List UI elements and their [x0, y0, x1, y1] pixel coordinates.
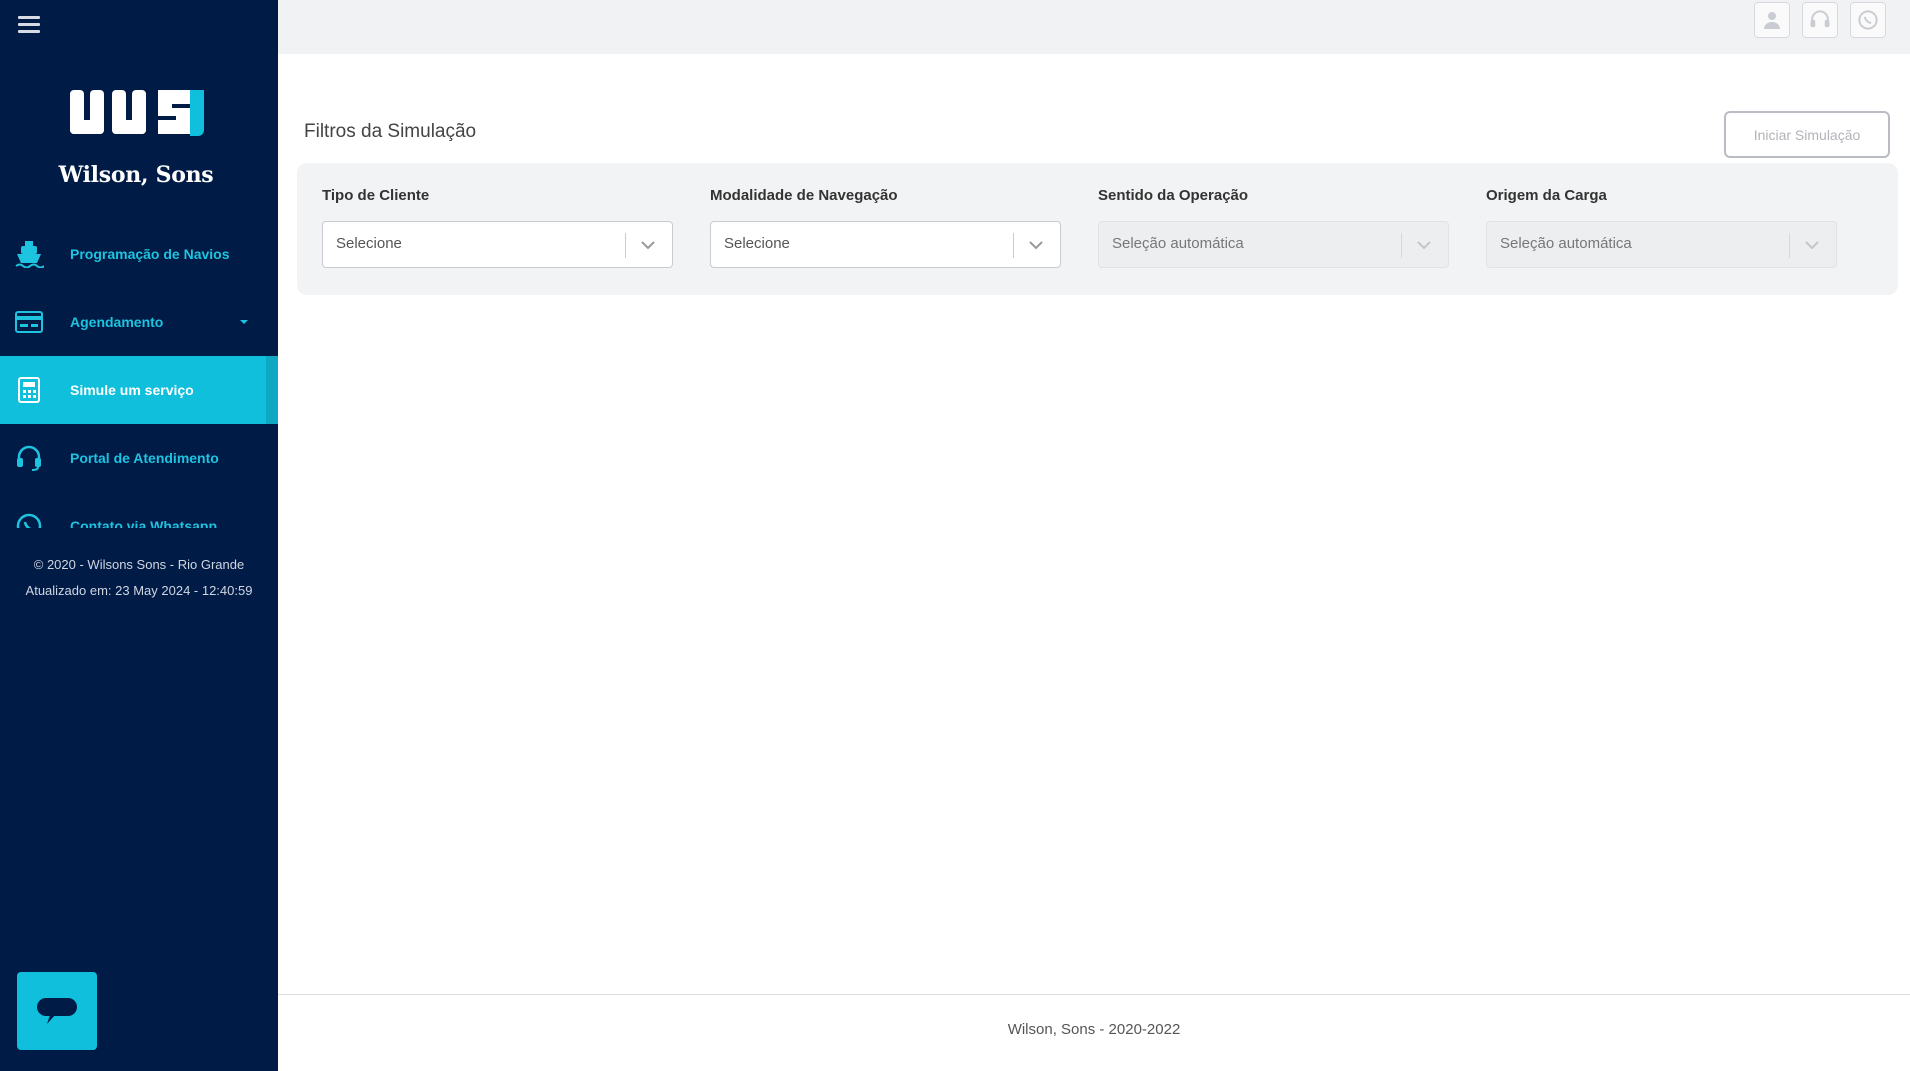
menu-icon[interactable] — [18, 16, 40, 34]
select-separator — [1789, 233, 1790, 258]
chevron-down-icon — [1417, 241, 1431, 250]
sidebar-item-label: Programação de Navios — [70, 246, 230, 262]
select-separator — [625, 233, 626, 258]
sidebar-item-simule-servico[interactable]: Simule um serviço — [0, 356, 278, 424]
brand-logo: Wilson, Sons — [56, 86, 216, 188]
sidebar-item-portal-atendimento[interactable]: Portal de Atendimento — [0, 424, 278, 492]
select-value: Selecione — [724, 235, 790, 252]
sidebar-item-label: Contato via Whatsapp — [70, 518, 218, 528]
sidebar-footer: © 2020 - Wilsons Sons - Rio Grande Atual… — [0, 552, 278, 604]
top-bar — [278, 0, 1910, 54]
page-footer: Wilson, Sons - 2020-2022 — [278, 994, 1910, 1071]
filter-tipo-cliente: Tipo de Cliente Selecione — [322, 187, 673, 268]
sidebar-item-label: Portal de Atendimento — [70, 450, 219, 466]
chevron-down-icon — [1805, 241, 1819, 250]
logo-ws-mark-icon — [70, 90, 204, 136]
chevron-down-icon — [1029, 241, 1043, 250]
support-button[interactable] — [1802, 2, 1838, 38]
sidebar: Wilson, Sons Programação de Navios Agend… — [0, 0, 278, 1071]
filter-label: Tipo de Cliente — [322, 187, 430, 204]
whatsapp-icon — [1858, 10, 1878, 30]
brand-name: Wilson, Sons — [58, 162, 214, 188]
whatsapp-button[interactable] — [1850, 2, 1886, 38]
filter-modalidade-navegacao: Modalidade de Navegação Selecione — [710, 187, 1061, 268]
select-value: Seleção automática — [1112, 235, 1244, 252]
card-icon — [14, 307, 44, 337]
calculator-icon — [14, 375, 44, 405]
chat-button[interactable] — [17, 972, 97, 1050]
start-simulation-button[interactable]: Iniciar Simulação — [1724, 111, 1890, 158]
select-separator — [1013, 233, 1014, 258]
select-value: Seleção automática — [1500, 235, 1632, 252]
origem-carga-select[interactable]: Seleção automática — [1486, 221, 1837, 268]
chat-bubble-icon — [37, 998, 77, 1024]
page-title: Filtros da Simulação — [304, 121, 477, 142]
sidebar-item-label: Agendamento — [70, 314, 164, 330]
filter-sentido-operacao: Sentido da Operação Seleção automática — [1098, 187, 1449, 268]
filter-label: Sentido da Operação — [1098, 187, 1249, 204]
select-separator — [1401, 233, 1402, 258]
footer-text: Wilson, Sons - 2020-2022 — [1007, 1021, 1181, 1038]
tipo-cliente-select[interactable]: Selecione — [322, 221, 673, 268]
sidebar-item-programacao-navios[interactable]: Programação de Navios — [0, 220, 278, 288]
user-icon — [1764, 12, 1780, 29]
sidebar-item-agendamento[interactable]: Agendamento — [0, 288, 278, 356]
headset-icon — [14, 443, 44, 473]
copyright-text: © 2020 - Wilsons Sons - Rio Grande — [33, 557, 245, 572]
caret-down-icon — [240, 320, 248, 324]
last-updated-text: Atualizado em: 23 May 2024 - 12:40:59 — [25, 583, 253, 598]
modalidade-navegacao-select[interactable]: Selecione — [710, 221, 1061, 268]
whatsapp-icon — [14, 511, 44, 528]
sidebar-item-contato-whatsapp[interactable]: Contato via Whatsapp — [0, 492, 278, 528]
ship-icon — [14, 239, 44, 269]
filter-origem-carga: Origem da Carga Seleção automática — [1486, 187, 1837, 268]
sidebar-item-label: Simule um serviço — [70, 382, 194, 398]
sentido-operacao-select[interactable]: Seleção automática — [1098, 221, 1449, 268]
user-profile-button[interactable] — [1754, 2, 1790, 38]
filters-panel: Tipo de Cliente Selecione Modalidade de … — [297, 163, 1898, 295]
chevron-down-icon — [641, 241, 655, 250]
select-value: Selecione — [336, 235, 402, 252]
filter-label: Origem da Carga — [1486, 187, 1607, 204]
headset-icon — [1810, 10, 1830, 28]
filter-label: Modalidade de Navegação — [710, 187, 898, 204]
sidebar-nav: Programação de Navios Agendamento Simule… — [0, 220, 278, 528]
